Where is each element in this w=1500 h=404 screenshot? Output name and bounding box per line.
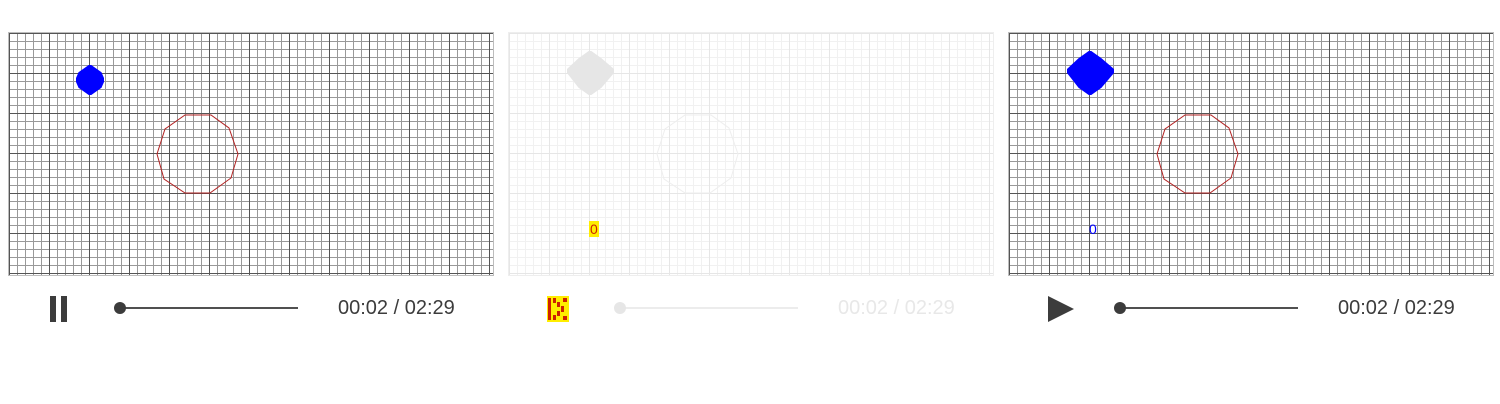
time-display: 00:02 / 02:29 bbox=[1338, 297, 1455, 319]
frame-counter: 0 bbox=[589, 221, 599, 237]
player-controls: 00:02 / 02:29 bbox=[8, 288, 494, 328]
pause-button[interactable] bbox=[44, 292, 76, 324]
video-frame bbox=[76, 65, 239, 194]
outline-shape bbox=[656, 114, 739, 194]
video-player-2: 0 00:02 / 02:29 bbox=[508, 32, 994, 352]
video-viewport[interactable]: 0 bbox=[508, 32, 994, 276]
video-player-comparison: 00:02 / 02:29 0 00:02 / 02:29 0 00:02 / … bbox=[0, 0, 1500, 404]
video-viewport[interactable] bbox=[8, 32, 494, 276]
player-controls: 00:02 / 02:29 bbox=[1008, 288, 1494, 328]
seek-bar[interactable] bbox=[112, 301, 300, 315]
video-player-3: 0 00:02 / 02:29 bbox=[1008, 32, 1494, 352]
seek-track bbox=[1116, 307, 1298, 309]
seek-track bbox=[116, 307, 298, 309]
seek-track bbox=[616, 307, 798, 309]
play-button[interactable] bbox=[1044, 292, 1076, 324]
play-pause-button[interactable] bbox=[544, 292, 576, 324]
seek-thumb[interactable] bbox=[1114, 302, 1126, 314]
outline-shape bbox=[156, 114, 239, 194]
filled-circle-shape bbox=[567, 51, 614, 95]
player-controls: 00:02 / 02:29 bbox=[508, 288, 994, 328]
pause-icon bbox=[50, 296, 67, 322]
seek-bar[interactable] bbox=[612, 301, 800, 315]
outline-shape bbox=[1156, 114, 1239, 194]
filled-circle-shape bbox=[1067, 51, 1114, 95]
video-frame bbox=[567, 51, 739, 194]
frame-counter: 0 bbox=[1089, 221, 1097, 237]
video-player-1: 00:02 / 02:29 bbox=[8, 32, 494, 352]
glitched-icon bbox=[547, 296, 569, 322]
time-display: 00:02 / 02:29 bbox=[838, 297, 955, 319]
video-viewport[interactable]: 0 bbox=[1008, 32, 1494, 276]
video-frame bbox=[1067, 51, 1239, 194]
seek-thumb[interactable] bbox=[614, 302, 626, 314]
play-icon bbox=[1048, 296, 1074, 322]
filled-circle-shape bbox=[76, 65, 104, 95]
seek-thumb[interactable] bbox=[114, 302, 126, 314]
seek-bar[interactable] bbox=[1112, 301, 1300, 315]
time-display: 00:02 / 02:29 bbox=[338, 297, 455, 319]
